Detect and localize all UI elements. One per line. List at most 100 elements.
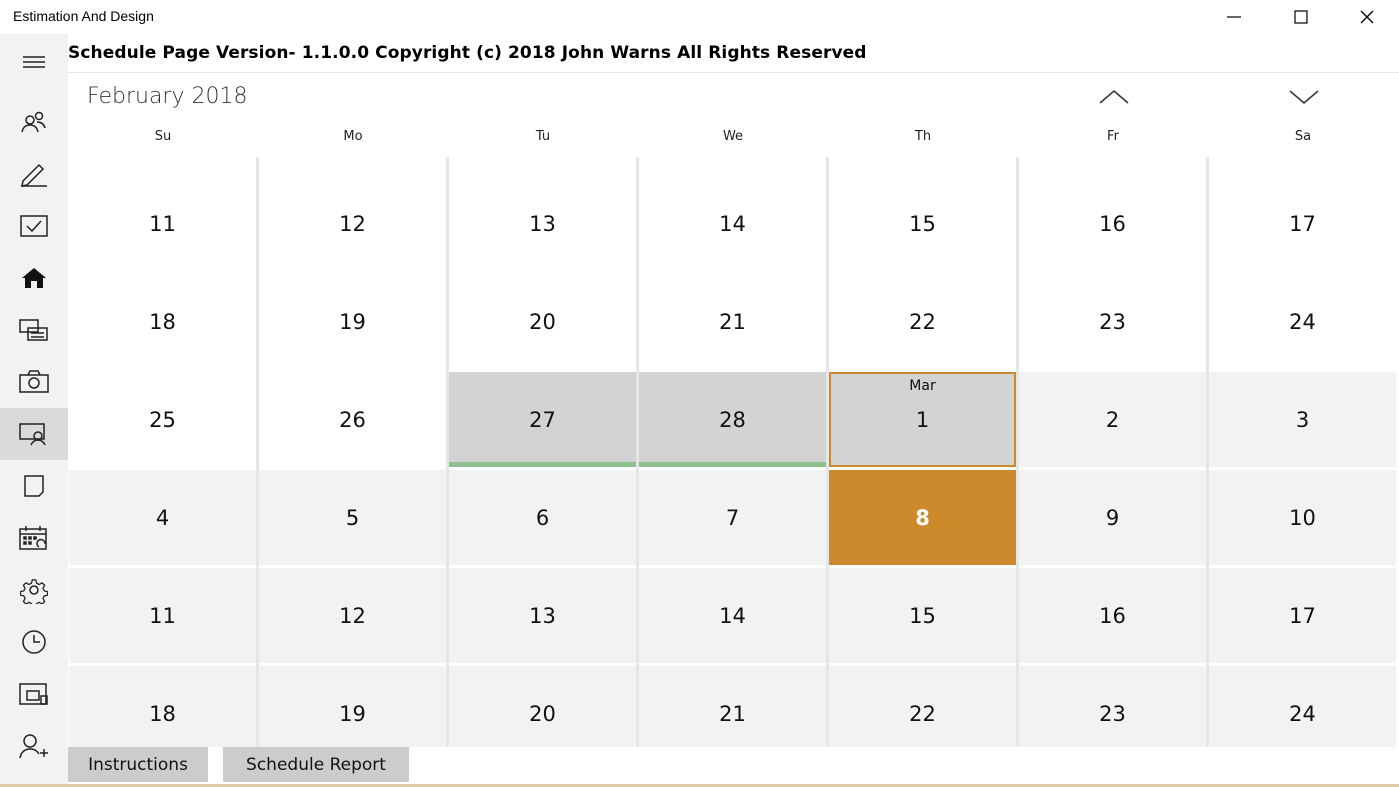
calendar-day[interactable]: 17	[1209, 176, 1396, 271]
sidebar-item-camera[interactable]	[0, 356, 68, 408]
day-number: 8	[915, 505, 930, 530]
calendar-day[interactable]: 20	[449, 274, 636, 369]
day-number: 16	[1099, 603, 1126, 628]
day-number: 5	[345, 505, 360, 530]
sidebar-item-add-user[interactable]	[0, 720, 68, 772]
calendar-day[interactable]: 5	[259, 470, 446, 565]
calendar-day[interactable]: 11	[69, 176, 256, 271]
calendar-day[interactable]: 10	[1209, 470, 1396, 565]
calendar-day[interactable]: Mar 1	[829, 372, 1016, 467]
people-icon	[21, 111, 46, 133]
screen-user-icon	[19, 423, 46, 446]
minimize-button[interactable]	[1211, 0, 1257, 34]
calendar-day[interactable]: 26	[259, 372, 446, 467]
calendar-day[interactable]: 12	[259, 568, 446, 663]
calendar-day[interactable]: 24	[1209, 666, 1396, 748]
calendar-day[interactable]: 13	[449, 568, 636, 663]
day-number: 12	[339, 603, 366, 628]
day-number: 4	[155, 505, 170, 530]
calendar-day[interactable]: 27	[449, 372, 636, 467]
pencil-icon	[21, 163, 47, 187]
minimize-icon	[1227, 16, 1241, 18]
event-indicator-bar	[449, 462, 636, 467]
day-number: 14	[719, 211, 746, 236]
schedule-report-button[interactable]: Schedule Report	[223, 747, 409, 782]
day-number: 21	[719, 309, 746, 334]
day-number: 13	[529, 211, 556, 236]
calendar-day[interactable]: 6	[449, 470, 636, 565]
sidebar	[0, 34, 68, 784]
day-number: 18	[149, 309, 176, 334]
sidebar-item-history[interactable]	[0, 616, 68, 668]
next-month-button[interactable]	[1284, 83, 1324, 111]
calendar-day[interactable]: 23	[1019, 274, 1206, 369]
day-number: 26	[339, 407, 366, 432]
close-icon	[1360, 10, 1374, 24]
sidebar-item-edit[interactable]	[0, 148, 68, 200]
calendar-day[interactable]: 23	[1019, 666, 1206, 748]
sidebar-item-home[interactable]	[0, 252, 68, 304]
calendar-day[interactable]: 9	[1019, 470, 1206, 565]
calendar-day[interactable]: 18	[69, 274, 256, 369]
calendar-day[interactable]: 14	[639, 176, 826, 271]
calendar-day[interactable]: 21	[639, 274, 826, 369]
calendar-day[interactable]: 3	[1209, 372, 1396, 467]
calendar-day[interactable]: 28	[639, 372, 826, 467]
calendar-day[interactable]: 15	[829, 176, 1016, 271]
weekday-label: Sa	[1294, 129, 1312, 144]
hamburger-menu-button[interactable]	[0, 36, 68, 88]
maximize-button[interactable]	[1278, 0, 1324, 34]
calendar-day[interactable]: 4	[69, 470, 256, 565]
day-number: 25	[149, 407, 176, 432]
calendar-day[interactable]: 7	[639, 470, 826, 565]
instructions-button[interactable]: Instructions	[68, 747, 208, 782]
sidebar-item-screen-user[interactable]	[0, 408, 68, 460]
day-number: 27	[529, 407, 556, 432]
maximize-icon	[1294, 10, 1308, 24]
calendar-day[interactable]: 22	[829, 666, 1016, 748]
calendar-day[interactable]: 11	[69, 568, 256, 663]
weekday-label: We	[722, 129, 744, 144]
weekday-header: Su Mo Tu We Th Fr Sa	[68, 129, 1399, 149]
day-number: 22	[909, 701, 936, 726]
calendar-day[interactable]: 24	[1209, 274, 1396, 369]
month-label[interactable]: February 2018	[87, 84, 247, 109]
weekday-label: Tu	[535, 129, 551, 144]
weekday-label: Th	[914, 129, 932, 144]
previous-month-button[interactable]	[1094, 83, 1134, 111]
close-button[interactable]	[1344, 0, 1390, 34]
calendar-day[interactable]: 8	[829, 470, 1016, 565]
day-number: 15	[909, 211, 936, 236]
calendar-day[interactable]: 21	[639, 666, 826, 748]
calendar-day[interactable]: 20	[449, 666, 636, 748]
calendar-day[interactable]: 13	[449, 176, 636, 271]
calendar-day[interactable]: 22	[829, 274, 1016, 369]
calendar-day[interactable]: 12	[259, 176, 446, 271]
day-number: 23	[1099, 701, 1126, 726]
calendar-day[interactable]: 17	[1209, 568, 1396, 663]
day-number: 11	[149, 211, 176, 236]
sidebar-item-people[interactable]	[0, 96, 68, 148]
sidebar-item-windows[interactable]	[0, 668, 68, 720]
day-number: 20	[529, 701, 556, 726]
calendar-day[interactable]: 16	[1019, 176, 1206, 271]
calendar-day[interactable]: 19	[259, 666, 446, 748]
day-number: 10	[1289, 505, 1316, 530]
sidebar-item-settings[interactable]	[0, 564, 68, 616]
calendar-day[interactable]: 18	[69, 666, 256, 748]
weekday-label: Su	[154, 129, 172, 144]
sidebar-item-page[interactable]	[0, 460, 68, 512]
gear-icon	[20, 579, 48, 604]
calendar-day[interactable]: 14	[639, 568, 826, 663]
page-title: Schedule Page Version- 1.1.0.0 Copyright…	[68, 43, 867, 63]
sidebar-item-print[interactable]	[0, 304, 68, 356]
calendar-day[interactable]: 2	[1019, 372, 1206, 467]
calendar-day[interactable]: 19	[259, 274, 446, 369]
calendar-day[interactable]: 16	[1019, 568, 1206, 663]
sidebar-item-calendar[interactable]	[0, 512, 68, 564]
day-number: 14	[719, 603, 746, 628]
calendar-day[interactable]: 25	[69, 372, 256, 467]
sidebar-item-tasks[interactable]	[0, 200, 68, 252]
calendar-day[interactable]: 15	[829, 568, 1016, 663]
day-number: 18	[149, 701, 176, 726]
